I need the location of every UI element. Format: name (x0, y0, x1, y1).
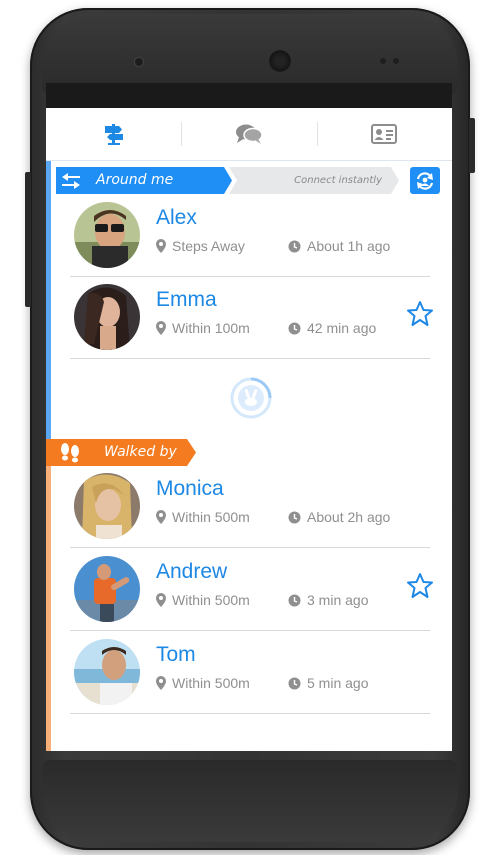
around-section-stripe (46, 161, 51, 441)
person-meta: Within 100m 42 min ago (156, 320, 376, 336)
light-sensor (393, 58, 399, 64)
person-row-monica[interactable]: Monica Within 500m About 2h ago (70, 465, 430, 548)
tab-around[interactable] (46, 108, 181, 160)
phone-screen: Connect instantly Around me Alex Steps A… (46, 83, 452, 751)
swap-arrows-icon (62, 173, 80, 189)
walked-by-header: Walked by (46, 439, 452, 466)
person-name: Andrew (156, 560, 228, 583)
avatar-alex (70, 202, 144, 268)
person-meta: Within 500m About 2h ago (156, 509, 390, 525)
location-pin-icon (156, 321, 166, 335)
location-pin-icon (156, 510, 166, 524)
person-row-andrew[interactable]: Andrew Within 500m 3 min ago (70, 548, 433, 631)
avatar-monica (70, 473, 144, 539)
person-name: Alex (156, 206, 197, 229)
refresh-users-icon (416, 171, 434, 190)
contact-card-icon (371, 124, 398, 144)
tab-chat[interactable] (181, 108, 316, 160)
avatar-andrew (70, 556, 144, 622)
person-row-emma[interactable]: Emma Within 100m 42 min ago (70, 276, 433, 359)
person-location: Steps Away (172, 238, 245, 254)
clock-icon (288, 511, 301, 523)
person-time: About 2h ago (307, 509, 391, 525)
clock-icon (288, 322, 301, 334)
person-time: 5 min ago (307, 675, 369, 691)
footprints-icon (61, 443, 79, 463)
volume-button (25, 172, 31, 307)
person-location: Within 500m (172, 509, 250, 525)
power-button (469, 118, 475, 173)
favorite-star-icon[interactable] (406, 572, 434, 599)
refresh-button[interactable] (410, 167, 440, 194)
earpiece-speaker (269, 50, 291, 72)
person-meta: Steps Away About 1h ago (156, 238, 390, 254)
signpost-icon (104, 124, 123, 145)
chat-icon (235, 124, 263, 144)
location-pin-icon (156, 676, 166, 690)
loading-spinner (230, 377, 272, 419)
person-location: Within 500m (172, 592, 250, 608)
person-name: Monica (156, 477, 224, 500)
front-camera (135, 58, 143, 66)
person-location: Within 500m (172, 675, 250, 691)
person-meta: Within 500m 3 min ago (156, 592, 368, 608)
phone-bottom-bezel (42, 760, 458, 842)
walked-by-label: Walked by (104, 444, 177, 460)
proximity-sensor (380, 58, 386, 64)
tab-contacts[interactable] (316, 108, 452, 160)
person-time: 3 min ago (307, 592, 369, 608)
clock-icon (288, 677, 301, 689)
around-me-header: Connect instantly Around me (46, 167, 452, 194)
favorite-star-icon[interactable] (406, 300, 434, 327)
avatar-tom (70, 639, 144, 705)
phone-top-bezel (42, 14, 458, 94)
person-row-alex[interactable]: Alex Steps Away About 1h ago (70, 194, 430, 277)
location-pin-icon (156, 239, 166, 253)
tab-bar (46, 108, 452, 161)
app-content: Connect instantly Around me Alex Steps A… (46, 108, 452, 751)
person-time: 42 min ago (307, 320, 377, 336)
person-location: Within 100m (172, 320, 250, 336)
clock-icon (288, 240, 301, 252)
connect-instantly-label: Connect instantly (294, 175, 382, 186)
person-time: About 1h ago (307, 238, 391, 254)
avatar-emma (70, 284, 144, 350)
walked-section-stripe (46, 441, 51, 751)
person-name: Emma (156, 288, 217, 311)
around-me-label: Around me (96, 172, 174, 188)
person-meta: Within 500m 5 min ago (156, 675, 368, 691)
clock-icon (288, 594, 301, 606)
people-feed: Connect instantly Around me Alex Steps A… (46, 161, 452, 751)
person-name: Tom (156, 643, 196, 666)
person-row-tom[interactable]: Tom Within 500m 5 min ago (70, 631, 430, 714)
status-bar (46, 83, 452, 108)
location-pin-icon (156, 593, 166, 607)
